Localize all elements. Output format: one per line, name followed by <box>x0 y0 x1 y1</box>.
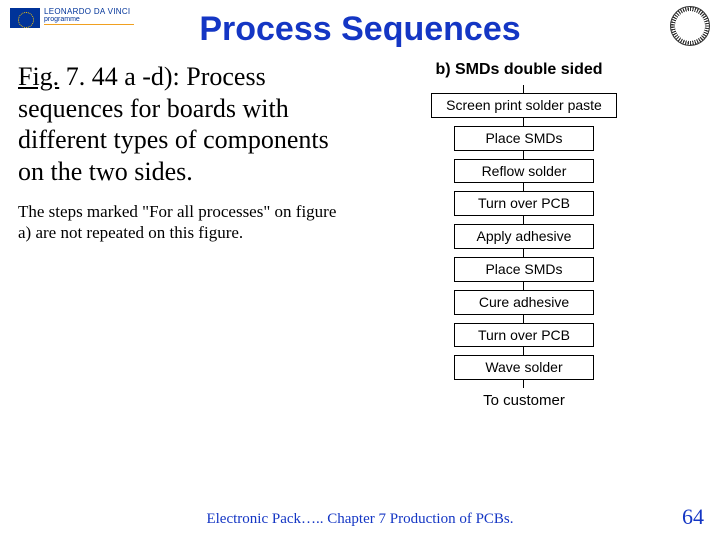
figure-label: Fig. <box>18 62 59 91</box>
flow-connector <box>523 347 524 355</box>
flow-connector <box>523 282 524 290</box>
flow-step: Screen print solder paste <box>431 93 617 118</box>
flow-connector <box>523 216 524 224</box>
flow-connector <box>523 380 524 388</box>
flow-step: Reflow solder <box>454 159 594 184</box>
flow-step: Place SMDs <box>454 126 594 151</box>
flow-connector <box>523 118 524 126</box>
logo-underline <box>44 24 134 25</box>
institution-seal <box>670 6 710 46</box>
flow-step: Cure adhesive <box>454 290 594 315</box>
diagram-title: b) SMDs double sided <box>435 61 602 79</box>
logo-line1: LEONARDO DA VINCI <box>44 8 134 16</box>
flow-step: Wave solder <box>454 355 594 380</box>
flow-end: To customer <box>483 392 565 409</box>
figure-caption: Fig. 7. 44 a -d): Process sequences for … <box>18 61 348 188</box>
seal-icon <box>670 6 710 46</box>
flow-step: Place SMDs <box>454 257 594 282</box>
flow-connector <box>523 315 524 323</box>
programme-logo-text: LEONARDO DA VINCI programme <box>44 8 134 25</box>
flow-connector <box>523 183 524 191</box>
flow-step: Apply adhesive <box>454 224 594 249</box>
flow-step: Turn over PCB <box>454 323 594 348</box>
figure-caption-text: 7. 44 a -d): Process sequences for board… <box>18 62 329 186</box>
flow-diagram: b) SMDs double sided Screen print solder… <box>348 61 700 409</box>
flow-step: Turn over PCB <box>454 191 594 216</box>
eu-flag-icon <box>10 8 40 28</box>
flow-connector <box>523 85 524 93</box>
footer-text: Electronic Pack….. Chapter 7 Production … <box>0 511 720 528</box>
programme-logo: LEONARDO DA VINCI programme <box>10 8 134 28</box>
flow-connector <box>523 249 524 257</box>
figure-note: The steps marked "For all processes" on … <box>18 202 348 243</box>
logo-line2: programme <box>44 16 134 23</box>
flow-connector <box>523 151 524 159</box>
page-number: 64 <box>682 504 704 530</box>
